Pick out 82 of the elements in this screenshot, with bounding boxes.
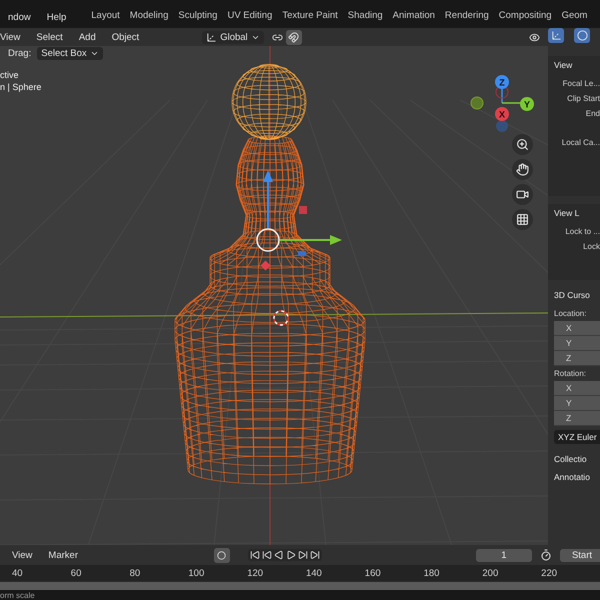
workspace-tab[interactable]: Modeling: [124, 8, 174, 23]
workspace-tab[interactable]: Shading: [342, 8, 388, 23]
axis-label: Z: [499, 78, 505, 88]
location-field[interactable]: Y: [554, 336, 600, 351]
ruler-tick: 40: [12, 568, 24, 578]
field-label: Rotation:: [553, 368, 588, 380]
magnet-icon[interactable]: [286, 30, 302, 44]
ruler-tick: 100: [188, 568, 206, 578]
3d-cursor-icon: [273, 310, 289, 326]
axis-gizmo-drawing[interactable]: Z Y X: [470, 75, 534, 132]
workspace-tab[interactable]: Texture Paint: [277, 8, 343, 23]
orientation-dropdown[interactable]: Global: [202, 30, 264, 44]
field-label: Local Ca...: [560, 137, 600, 149]
ruler-tick: 200: [482, 568, 500, 578]
next-keyframe-icon: [298, 550, 308, 560]
menu-item[interactable]: ndow: [0, 12, 39, 23]
record-icon[interactable]: [214, 548, 230, 562]
frame-field[interactable]: 1: [476, 548, 532, 562]
circle-icon[interactable]: [574, 28, 590, 43]
field-label: Focal Le...: [562, 78, 600, 90]
panel-header[interactable]: View L: [548, 206, 600, 224]
scroll-bar[interactable]: [0, 581, 600, 590]
ruler-tick: 160: [364, 568, 382, 578]
zoom-icon[interactable]: [512, 134, 533, 155]
frame-ruler[interactable]: 40 60 80 100 120 140 160 180 200 220: [0, 565, 600, 581]
rotation-field[interactable]: Y: [554, 396, 600, 411]
move-gizmo-drawing[interactable]: [256, 170, 342, 270]
select-box-dropdown[interactable]: Select Box: [37, 47, 103, 60]
jump-start-icon: [250, 550, 260, 560]
hand-icon[interactable]: [512, 159, 533, 180]
workspace-tab[interactable]: Geom: [556, 8, 592, 23]
field-label: End: [584, 108, 600, 120]
menu-item[interactable]: Add: [70, 32, 104, 42]
field-label: Clip Start: [566, 93, 600, 105]
workspace-tab[interactable]: Sculpting: [173, 8, 222, 23]
location-field[interactable]: Z: [554, 351, 600, 366]
workspace-tab[interactable]: Rendering: [440, 8, 494, 23]
menu-item[interactable]: Select: [28, 32, 71, 42]
menu-item[interactable]: Marker: [40, 550, 86, 560]
axis-icon[interactable]: [548, 28, 564, 43]
viewport-info-text: n | Sphere: [0, 82, 42, 92]
play-icon: [286, 550, 296, 560]
camera-icon[interactable]: [512, 184, 533, 205]
workspace-tab[interactable]: Layout: [86, 8, 125, 23]
previous-keyframe-icon: [262, 550, 272, 560]
axis-icon: [206, 32, 218, 42]
menu-item[interactable]: Help: [38, 12, 74, 23]
field-label: Lock: [582, 241, 600, 253]
ruler-tick: 140: [306, 568, 323, 578]
playback-controls[interactable]: [248, 549, 322, 561]
location-field[interactable]: X: [554, 321, 600, 336]
status-text: orm scale: [0, 590, 35, 600]
axis-label: Y: [524, 100, 530, 110]
viewport-info-text: ctive: [0, 70, 20, 80]
menu-item[interactable]: View: [4, 550, 40, 560]
drag-label: Drag:: [8, 48, 32, 59]
grid-icon[interactable]: [512, 209, 533, 230]
field-label: Lock to ...: [564, 226, 600, 238]
ruler-tick: 80: [130, 568, 142, 578]
menu-item[interactable]: View: [0, 32, 28, 42]
workspace-tab[interactable]: UV Editing: [222, 8, 278, 23]
3d-viewport[interactable]: Z Y X Drag: Select Box ctive n | Sphere: [0, 46, 548, 545]
workspace-tab[interactable]: Compositing: [494, 8, 557, 23]
panel-header[interactable]: Collectio: [548, 452, 600, 470]
panel-header[interactable]: 3D Curso: [548, 288, 600, 306]
workspace-tab[interactable]: Animation: [388, 8, 440, 23]
ruler-tick: 60: [70, 568, 82, 578]
rotation-mode-dropdown[interactable]: XYZ Euler: [554, 430, 600, 444]
ruler-tick: 220: [541, 568, 558, 578]
field-label: Location:: [553, 308, 588, 320]
start-frame-field[interactable]: Start: [560, 548, 600, 562]
play-reverse-icon: [274, 550, 284, 560]
rotation-field[interactable]: Z: [554, 411, 600, 426]
panel-header[interactable]: View: [548, 58, 600, 76]
menu-item[interactable]: Object: [104, 32, 148, 42]
ruler-tick: 120: [247, 568, 264, 578]
panel-header[interactable]: Annotatio: [548, 470, 600, 488]
ruler-tick: 180: [424, 568, 440, 578]
axis-label: X: [499, 110, 505, 120]
rotation-field[interactable]: X: [554, 381, 600, 396]
chevron-down-icon: [90, 49, 99, 58]
jump-end-icon: [310, 550, 320, 560]
